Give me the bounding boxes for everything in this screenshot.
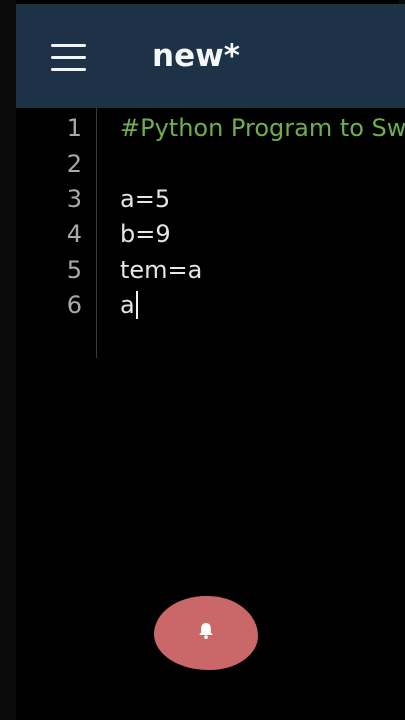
bell-icon [199,623,213,639]
menu-bar-bottom [51,68,86,71]
notification-bell-button[interactable] [154,596,258,670]
line-number: 4 [66,220,82,248]
code-line[interactable]: tem=a [120,252,202,288]
line-number: 5 [66,256,82,284]
line-number: 3 [66,185,82,213]
menu-bar-top [51,44,86,47]
menu-bar-middle [51,56,86,59]
code-line-text: a [120,291,135,319]
line-number: 2 [66,150,82,178]
code-line[interactable]: a=5 [120,181,170,217]
hamburger-menu-icon[interactable] [50,44,90,78]
text-cursor [135,291,138,319]
line-number: 6 [66,291,82,319]
screen-edge-left [0,0,16,720]
line-number: 1 [66,114,82,142]
app-bar: new* [16,4,405,108]
code-line[interactable]: b=9 [120,216,171,252]
code-line-active[interactable]: a [120,287,138,323]
document-title: new* [152,38,240,74]
line-number-gutter: 1 2 3 4 5 6 [16,108,97,358]
code-line-comment[interactable]: #Python Program to Swap [120,110,405,146]
